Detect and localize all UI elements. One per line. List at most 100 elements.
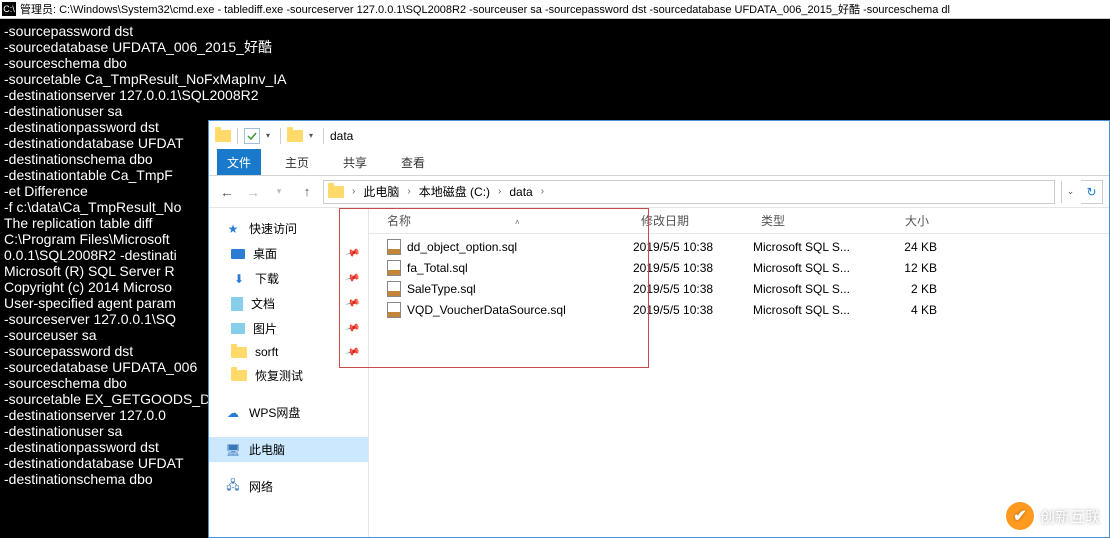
cmd-title-text: 管理员: C:\Windows\System32\cmd.exe - table… [20,1,950,17]
quickaccess-tool-icon[interactable] [244,128,260,144]
documents-icon [231,297,243,311]
file-type: Microsoft SQL S... [753,303,867,317]
crumb-folder[interactable]: data [505,183,536,201]
pictures-icon [231,323,245,334]
sidebar-quick-access[interactable]: ★ 快速访问 [209,216,368,241]
sort-arrow-icon: ˄ [515,218,520,227]
sidebar-desktop[interactable]: 桌面📌 [209,241,368,266]
file-row[interactable]: SaleType.sql2019/5/5 10:38Microsoft SQL … [369,278,1109,299]
file-size: 2 KB [867,282,937,296]
file-name: SaleType.sql [407,282,476,296]
pin-icon: 📌 [344,271,360,287]
tab-file[interactable]: 文件 [217,149,261,175]
pin-icon: 📌 [344,296,360,312]
sidebar-network[interactable]: 🖧 网络 [209,474,368,499]
file-name: dd_object_option.sql [407,240,517,254]
sql-file-icon [387,239,401,255]
column-headers: 名称 ˄ 修改日期 类型 大小 [369,208,1109,234]
sidebar-recovery-test[interactable]: 恢复测试 [209,363,368,388]
sidebar-item-label: sorft [255,345,278,359]
sidebar-documents[interactable]: 文档 📌 [209,291,368,316]
column-type[interactable]: 类型 [753,212,867,229]
cloud-icon: ☁ [225,405,241,421]
desktop-icon [231,249,245,259]
folder-icon [231,370,247,381]
explorer-title: data [330,129,353,143]
titlebar-dropdown-icon[interactable]: ▾ [266,131,274,140]
file-list: dd_object_option.sql2019/5/5 10:38Micros… [369,234,1109,320]
addr-folder-icon [328,186,344,198]
address-bar[interactable]: › 此电脑 › 本地磁盘 (C:) › data › [323,180,1055,204]
explorer-titlebar: ▾ ▾ data [209,121,1109,150]
nav-history-dropdown[interactable]: ▾ [267,180,291,204]
pin-icon: 📌 [344,321,360,337]
nav-up-button[interactable]: ↑ [297,182,317,202]
sidebar-wps[interactable]: ☁ WPS网盘 [209,400,368,425]
titlebar-dropdown-icon-2[interactable]: ▾ [309,131,317,140]
folder-icon [215,130,231,142]
nav-forward-button[interactable]: → [241,180,265,204]
titlebar-divider [237,128,238,144]
tab-share[interactable]: 共享 [333,149,377,175]
tab-view[interactable]: 查看 [391,149,435,175]
file-type: Microsoft SQL S... [753,282,867,296]
crumb-this-pc[interactable]: 此电脑 [359,181,403,202]
pc-icon: 🖥 [225,442,241,458]
sidebar-item-label: 快速访问 [249,220,297,237]
sql-file-icon [387,281,401,297]
titlebar-divider-2 [280,128,281,144]
file-row[interactable]: fa_Total.sql 2019/5/5 10:38Microsoft SQL … [369,257,1109,278]
crumb-sep[interactable]: › [405,186,412,197]
explorer-body: ★ 快速访问 桌面📌 ⬇ 下载 📌 文档 📌 图片 📌 sorft 📌 恢复测试 ☁ WPS网… [209,208,1109,537]
address-dropdown[interactable]: ⌄ [1061,181,1079,203]
col-label: 名称 [387,214,411,228]
crumb-sep[interactable]: › [539,186,546,197]
column-date[interactable]: 修改日期 [633,212,753,229]
file-date: 2019/5/5 10:38 [633,261,753,275]
sidebar-pictures[interactable]: 图片 📌 [209,316,368,341]
sidebar-item-label: 图片 [253,320,277,337]
watermark-logo-icon: ✔ [1006,502,1034,530]
ribbon-tabs: 文件 主页 共享 查看 [209,150,1109,176]
file-type: Microsoft SQL S... [753,261,867,275]
crumb-sep[interactable]: › [350,186,357,197]
folder-icon-2 [287,130,303,142]
cmd-titlebar: C:\ 管理员: C:\Windows\System32\cmd.exe - t… [0,0,1110,19]
watermark-text: 创新互联 [1040,506,1100,527]
sidebar: ★ 快速访问 桌面📌 ⬇ 下载 📌 文档 📌 图片 📌 sorft 📌 恢复测试 ☁ WPS网… [209,208,369,537]
file-name: fa_Total.sql [407,261,468,275]
file-size: 12 KB [867,261,937,275]
sidebar-downloads[interactable]: ⬇ 下载 📌 [209,266,368,291]
sidebar-item-label: 桌面 [253,245,277,262]
pin-icon: 📌 [344,344,360,360]
explorer-window: ▾ ▾ data 文件 主页 共享 查看 ← → ▾ ↑ › 此电脑 › 本地磁… [208,120,1110,538]
nav-row: ← → ▾ ↑ › 此电脑 › 本地磁盘 (C:) › data › ⌄ ↻ [209,176,1109,208]
file-date: 2019/5/5 10:38 [633,303,753,317]
folder-icon [231,347,247,358]
sidebar-item-label: 网络 [249,478,273,495]
file-size: 24 KB [867,240,937,254]
column-size[interactable]: 大小 [867,212,937,229]
sidebar-item-label: 此电脑 [249,441,285,458]
download-icon: ⬇ [231,271,247,287]
file-row[interactable]: VQD_VoucherDataSource.sql 2019/5/5 10:38M… [369,299,1109,320]
refresh-button[interactable]: ↻ [1081,180,1103,204]
sql-file-icon [387,302,401,318]
cmd-icon: C:\ [2,2,16,16]
column-name[interactable]: 名称 ˄ [369,212,633,229]
sidebar-item-label: 下载 [255,270,279,287]
sidebar-item-label: WPS网盘 [249,404,300,421]
star-icon: ★ [225,221,241,237]
sidebar-sorft[interactable]: sorft 📌 [209,341,368,363]
crumb-sep[interactable]: › [496,186,503,197]
tab-home[interactable]: 主页 [275,149,319,175]
nav-back-button[interactable]: ← [215,180,239,204]
sidebar-this-pc[interactable]: 🖥 此电脑 [209,437,368,462]
file-name: VQD_VoucherDataSource.sql [407,303,566,317]
file-date: 2019/5/5 10:38 [633,240,753,254]
file-type: Microsoft SQL S... [753,240,867,254]
file-row[interactable]: dd_object_option.sql 2019/5/5 10:38Micros… [369,236,1109,257]
crumb-drive[interactable]: 本地磁盘 (C:) [415,181,494,202]
network-icon: 🖧 [225,479,241,495]
sidebar-item-label: 文档 [251,295,275,312]
